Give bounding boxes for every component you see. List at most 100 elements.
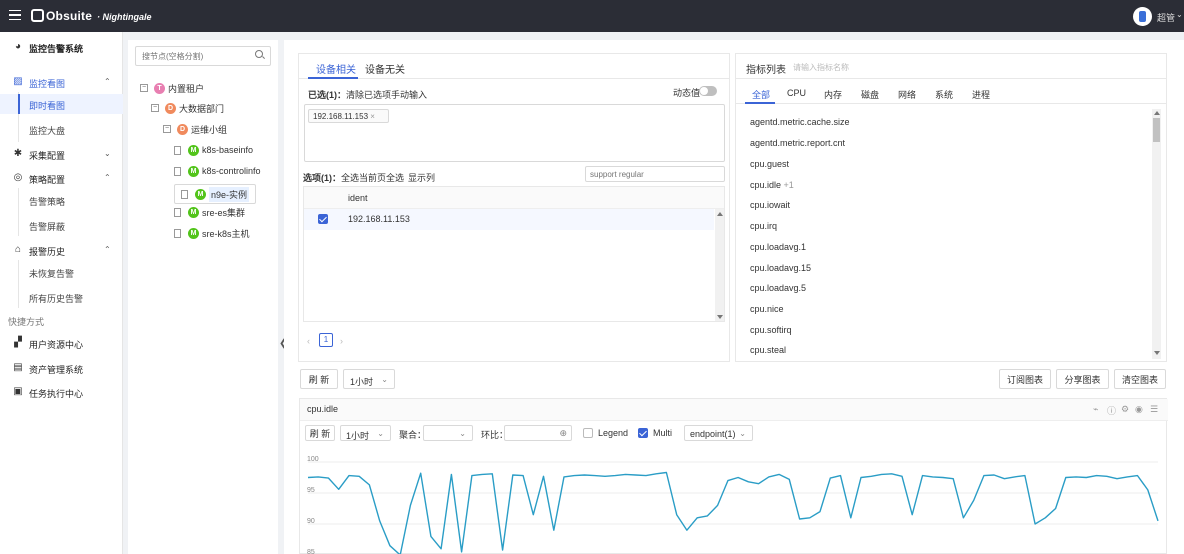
- subscribe-chart-button[interactable]: 订阅图表: [999, 369, 1051, 389]
- tree-node-label: 大数据部门: [179, 103, 225, 114]
- metric-tab-cpu[interactable]: CPU: [787, 88, 806, 98]
- tree-node-k8s-baseinfo[interactable]: M k8s-baseinfo: [174, 143, 253, 157]
- legend-checkbox[interactable]: [583, 428, 593, 438]
- metric-name: cpu.nice: [750, 304, 784, 314]
- metric-item[interactable]: cpu.nice: [750, 304, 784, 314]
- user-name[interactable]: 超管: [1157, 11, 1175, 24]
- row-checkbox[interactable]: [318, 214, 328, 224]
- metric-item[interactable]: agentd.metric.report.cnt: [750, 138, 845, 148]
- multi-checkbox[interactable]: [638, 428, 648, 438]
- asset-icon: ▤: [13, 362, 23, 373]
- multi-label: Multi: [653, 428, 673, 438]
- metric-tab-all[interactable]: 全部: [752, 88, 770, 101]
- tree-search-input[interactable]: [135, 46, 271, 66]
- scroll-up-icon[interactable]: [1154, 111, 1160, 115]
- link-icon[interactable]: ⌁: [1093, 404, 1098, 415]
- close-icon[interactable]: ×: [370, 112, 375, 121]
- clear-selected-link[interactable]: 清除已选项: [346, 88, 391, 101]
- sidebar-item-user-center[interactable]: ▞ 用户资源中心: [0, 333, 123, 353]
- select-all-link[interactable]: 全选: [386, 171, 404, 184]
- metric-scrollbar[interactable]: [1152, 109, 1161, 359]
- sidebar-item-big-screen[interactable]: 监控大盘: [0, 119, 123, 139]
- tab-device-related[interactable]: 设备相关: [316, 61, 356, 76]
- prev-page-icon[interactable]: ‹: [307, 336, 310, 346]
- sidebar-item-collect-config[interactable]: ✱ 采集配置 ⌄: [0, 144, 123, 164]
- metric-item[interactable]: cpu.loadavg.15: [750, 263, 811, 273]
- metric-search-input[interactable]: 请输入指标名称: [793, 62, 849, 73]
- page-number[interactable]: 1: [319, 333, 333, 347]
- sidebar-item-instant-view[interactable]: 即时看图: [0, 94, 123, 114]
- tree-node-dept[interactable]: − D 大数据部门: [151, 101, 224, 115]
- metric-item[interactable]: cpu.iowait: [750, 200, 790, 210]
- search-icon[interactable]: [255, 50, 263, 58]
- tab-device-unrelated[interactable]: 设备无关: [365, 61, 405, 76]
- endpoint-select[interactable]: endpoint(1) ⌄: [684, 425, 753, 441]
- list-icon[interactable]: ☰: [1150, 404, 1158, 415]
- avatar[interactable]: [1133, 7, 1152, 26]
- compare-input[interactable]: ⊕: [504, 425, 572, 441]
- manual-input-link[interactable]: 手动输入: [391, 88, 427, 101]
- sidebar-item-task-center[interactable]: ▣ 任务执行中心: [0, 382, 123, 402]
- series-line[interactable]: [307, 471, 1159, 554]
- table-scrollbar[interactable]: [715, 209, 724, 321]
- metric-item[interactable]: cpu.irq: [750, 221, 777, 231]
- info-icon[interactable]: ⓘ: [1107, 404, 1116, 417]
- tree-node-n9e[interactable]: M n9e-实例: [174, 184, 257, 204]
- scroll-up-icon[interactable]: [717, 212, 723, 216]
- tree-node-sre-k8s[interactable]: M sre-k8s主机: [174, 226, 250, 240]
- options-title: 选项(1)：: [303, 173, 341, 183]
- refresh-button[interactable]: 刷 新: [300, 369, 338, 389]
- metric-tab-process[interactable]: 进程: [972, 88, 990, 101]
- chevron-down-icon[interactable]: ⌄: [1176, 10, 1183, 19]
- metric-item[interactable]: cpu.steal: [750, 345, 786, 355]
- sidebar-item-strategy[interactable]: ◎ 策略配置 ⌃: [0, 168, 123, 188]
- chart-time-range-select[interactable]: 1小时 ⌄: [340, 425, 391, 441]
- settings-icon[interactable]: ⚙: [1121, 404, 1129, 415]
- metric-item[interactable]: cpu.loadavg.1: [750, 242, 806, 252]
- tree-node-team[interactable]: − D 运维小组: [163, 122, 227, 136]
- tree-node-tenant[interactable]: − T 内置租户: [140, 81, 204, 95]
- product-name-text: Nightingale: [102, 12, 152, 22]
- sidebar-item-alert-strategy[interactable]: 告警策略: [0, 190, 123, 210]
- dynamic-value-toggle[interactable]: [699, 86, 717, 96]
- clear-chart-button[interactable]: 清空图表: [1114, 369, 1166, 389]
- sidebar-item-alert-mute[interactable]: 告警屏蔽: [0, 215, 123, 235]
- metric-tab-memory[interactable]: 内存: [824, 88, 842, 101]
- collapse-icon[interactable]: −: [163, 125, 171, 133]
- sidebar-item-label: 监控看图: [29, 79, 66, 89]
- show-columns-link[interactable]: 显示列: [408, 171, 435, 184]
- aggregate-select[interactable]: ⌄: [423, 425, 473, 441]
- scroll-down-icon[interactable]: [1154, 351, 1160, 355]
- metric-tab-system[interactable]: 系统: [935, 88, 953, 101]
- time-range-select[interactable]: 1小时 ⌄: [343, 369, 395, 389]
- sidebar-item-unrecovered[interactable]: 未恢复告警: [0, 262, 123, 282]
- tree-node-label: sre-k8s主机: [202, 228, 250, 239]
- metric-item[interactable]: cpu.idle +1: [750, 180, 794, 190]
- sidebar-system-title[interactable]: ◕ 监控告警系统: [0, 37, 123, 57]
- collapse-icon[interactable]: −: [151, 104, 159, 112]
- collapse-icon[interactable]: −: [140, 84, 148, 92]
- eye-icon[interactable]: ◉: [1135, 404, 1143, 415]
- metric-item[interactable]: cpu.loadavg.5: [750, 283, 806, 293]
- sidebar-item-asset-system[interactable]: ▤ 资产管理系统: [0, 358, 123, 378]
- sidebar-item-dashboard[interactable]: ▨ 监控看图 ⌃: [0, 72, 123, 92]
- tree-node-sre-es[interactable]: M sre-es集群: [174, 205, 245, 219]
- metric-tab-disk[interactable]: 磁盘: [861, 88, 879, 101]
- y-tick-label: 85: [307, 549, 315, 554]
- select-page-link[interactable]: 全选当前页: [341, 171, 386, 184]
- next-page-icon[interactable]: ›: [340, 336, 343, 346]
- filter-input[interactable]: [585, 166, 725, 182]
- module-badge: M: [188, 206, 199, 218]
- metric-item[interactable]: agentd.metric.cache.size: [750, 117, 850, 127]
- metric-tab-network[interactable]: 网络: [898, 88, 916, 101]
- share-chart-button[interactable]: 分享图表: [1056, 369, 1109, 389]
- sidebar-item-alert-history[interactable]: ⌂ 报警历史 ⌃: [0, 240, 123, 260]
- scroll-down-icon[interactable]: [717, 315, 723, 319]
- metric-scroll-thumb[interactable]: [1153, 118, 1160, 142]
- metric-item[interactable]: cpu.guest: [750, 159, 789, 169]
- menu-icon[interactable]: [9, 10, 21, 20]
- tree-node-k8s-controlinfo[interactable]: M k8s-controlinfo: [174, 164, 261, 178]
- sidebar-item-all-history[interactable]: 所有历史告警: [0, 287, 123, 307]
- metric-item[interactable]: cpu.softirq: [750, 325, 792, 335]
- chart-refresh-button[interactable]: 刷 新: [305, 425, 335, 441]
